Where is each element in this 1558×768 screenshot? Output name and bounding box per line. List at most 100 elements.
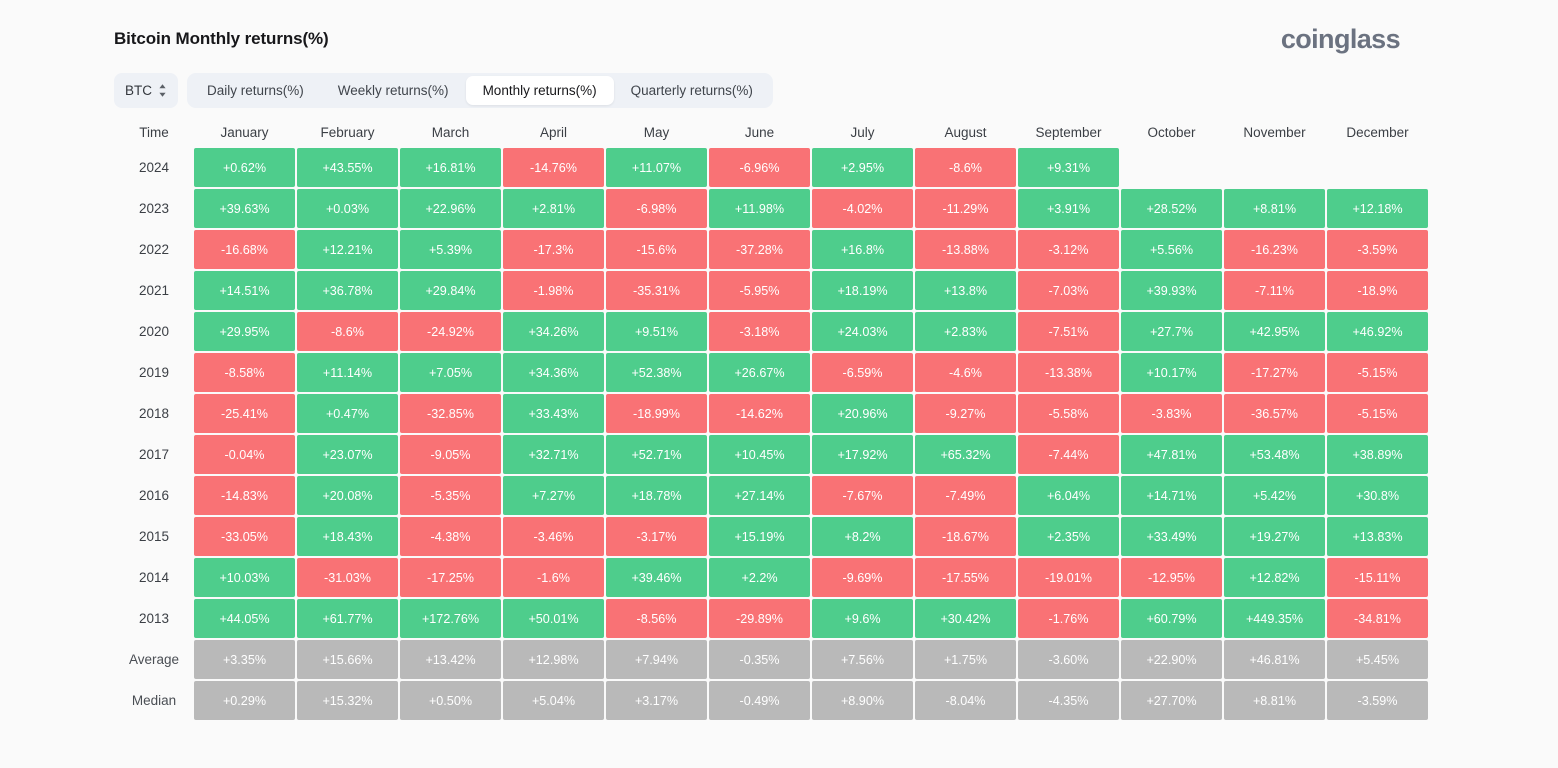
return-cell: +14.71% xyxy=(1121,476,1222,515)
return-cell: +39.46% xyxy=(606,558,707,597)
return-cell: +18.19% xyxy=(812,271,913,310)
return-cell: -5.95% xyxy=(709,271,810,310)
row-label: Median xyxy=(116,681,192,720)
summary-cell: -4.35% xyxy=(1018,681,1119,720)
return-cell: +10.03% xyxy=(194,558,295,597)
return-cell: +20.08% xyxy=(297,476,398,515)
return-cell: +10.17% xyxy=(1121,353,1222,392)
return-cell: +11.14% xyxy=(297,353,398,392)
return-cell: +33.49% xyxy=(1121,517,1222,556)
return-cell: +36.78% xyxy=(297,271,398,310)
col-header-october: October xyxy=(1121,118,1222,146)
table-row: 2015-33.05%+18.43%-4.38%-3.46%-3.17%+15.… xyxy=(116,517,1428,556)
return-cell: +2.81% xyxy=(503,189,604,228)
table-row: 2023+39.63%+0.03%+22.96%+2.81%-6.98%+11.… xyxy=(116,189,1428,228)
return-cell: -3.59% xyxy=(1327,230,1428,269)
summary-cell: +13.42% xyxy=(400,640,501,679)
summary-cell: -3.60% xyxy=(1018,640,1119,679)
summary-cell: +3.17% xyxy=(606,681,707,720)
row-label: 2018 xyxy=(116,394,192,433)
return-cell: +5.42% xyxy=(1224,476,1325,515)
return-cell: +18.78% xyxy=(606,476,707,515)
return-cell-empty xyxy=(1121,148,1222,187)
return-cell: -33.05% xyxy=(194,517,295,556)
return-cell: +14.51% xyxy=(194,271,295,310)
return-cell: -14.62% xyxy=(709,394,810,433)
col-header-august: August xyxy=(915,118,1016,146)
table-row: 2024+0.62%+43.55%+16.81%-14.76%+11.07%-6… xyxy=(116,148,1428,187)
page-root: Bitcoin Monthly returns(%) coinglass BTC… xyxy=(0,0,1558,768)
return-cell: -19.01% xyxy=(1018,558,1119,597)
table-row: 2014+10.03%-31.03%-17.25%-1.6%+39.46%+2.… xyxy=(116,558,1428,597)
return-cell: +30.42% xyxy=(915,599,1016,638)
return-cell: -5.15% xyxy=(1327,394,1428,433)
row-label: 2021 xyxy=(116,271,192,310)
return-cell: +12.18% xyxy=(1327,189,1428,228)
return-cell: -36.57% xyxy=(1224,394,1325,433)
col-header-january: January xyxy=(194,118,295,146)
return-cell: +0.62% xyxy=(194,148,295,187)
return-cell: -7.03% xyxy=(1018,271,1119,310)
return-cell: +15.19% xyxy=(709,517,810,556)
return-cell: -7.49% xyxy=(915,476,1016,515)
summary-cell: +7.94% xyxy=(606,640,707,679)
return-cell: +23.07% xyxy=(297,435,398,474)
return-cell: -25.41% xyxy=(194,394,295,433)
return-cell: -35.31% xyxy=(606,271,707,310)
summary-cell: +8.90% xyxy=(812,681,913,720)
return-cell: -1.76% xyxy=(1018,599,1119,638)
return-cell: +28.52% xyxy=(1121,189,1222,228)
col-header-february: February xyxy=(297,118,398,146)
return-cell: -17.27% xyxy=(1224,353,1325,392)
return-cell: -34.81% xyxy=(1327,599,1428,638)
return-cell: +3.91% xyxy=(1018,189,1119,228)
tab-quarterly-returns[interactable]: Quarterly returns(%) xyxy=(614,76,770,105)
page-title: Bitcoin Monthly returns(%) xyxy=(114,22,329,56)
return-cell: +47.81% xyxy=(1121,435,1222,474)
return-cell: -16.23% xyxy=(1224,230,1325,269)
return-cell: -3.46% xyxy=(503,517,604,556)
row-label: 2013 xyxy=(116,599,192,638)
return-cell: -13.38% xyxy=(1018,353,1119,392)
return-cell: -9.69% xyxy=(812,558,913,597)
return-cell: -5.58% xyxy=(1018,394,1119,433)
row-label: 2014 xyxy=(116,558,192,597)
return-cell: -4.6% xyxy=(915,353,1016,392)
return-cell: +8.2% xyxy=(812,517,913,556)
return-cell: -8.56% xyxy=(606,599,707,638)
return-cell: +61.77% xyxy=(297,599,398,638)
return-cell: +42.95% xyxy=(1224,312,1325,351)
return-cell: +29.84% xyxy=(400,271,501,310)
return-cell: -13.88% xyxy=(915,230,1016,269)
return-cell: +27.14% xyxy=(709,476,810,515)
return-cell: +9.51% xyxy=(606,312,707,351)
return-cell: -15.6% xyxy=(606,230,707,269)
return-cell: -1.98% xyxy=(503,271,604,310)
return-cell: -18.9% xyxy=(1327,271,1428,310)
return-cell: -29.89% xyxy=(709,599,810,638)
return-cell: -12.95% xyxy=(1121,558,1222,597)
tab-weekly-returns[interactable]: Weekly returns(%) xyxy=(321,76,466,105)
return-cell: -16.68% xyxy=(194,230,295,269)
return-cell: +172.76% xyxy=(400,599,501,638)
tab-daily-returns[interactable]: Daily returns(%) xyxy=(190,76,321,105)
row-label: Average xyxy=(116,640,192,679)
summary-cell: -0.49% xyxy=(709,681,810,720)
return-cell: +50.01% xyxy=(503,599,604,638)
return-cell: +10.45% xyxy=(709,435,810,474)
symbol-select[interactable]: BTC xyxy=(114,73,178,108)
return-cell: +26.67% xyxy=(709,353,810,392)
return-cell: +44.05% xyxy=(194,599,295,638)
row-label: 2022 xyxy=(116,230,192,269)
summary-cell: +0.50% xyxy=(400,681,501,720)
return-cell: +27.7% xyxy=(1121,312,1222,351)
return-cell: -3.12% xyxy=(1018,230,1119,269)
col-header-november: November xyxy=(1224,118,1325,146)
return-cell: -17.25% xyxy=(400,558,501,597)
return-cell: +60.79% xyxy=(1121,599,1222,638)
return-cell: +7.27% xyxy=(503,476,604,515)
return-cell: +34.26% xyxy=(503,312,604,351)
return-cell: -18.67% xyxy=(915,517,1016,556)
row-label: 2015 xyxy=(116,517,192,556)
tab-monthly-returns[interactable]: Monthly returns(%) xyxy=(466,76,614,105)
